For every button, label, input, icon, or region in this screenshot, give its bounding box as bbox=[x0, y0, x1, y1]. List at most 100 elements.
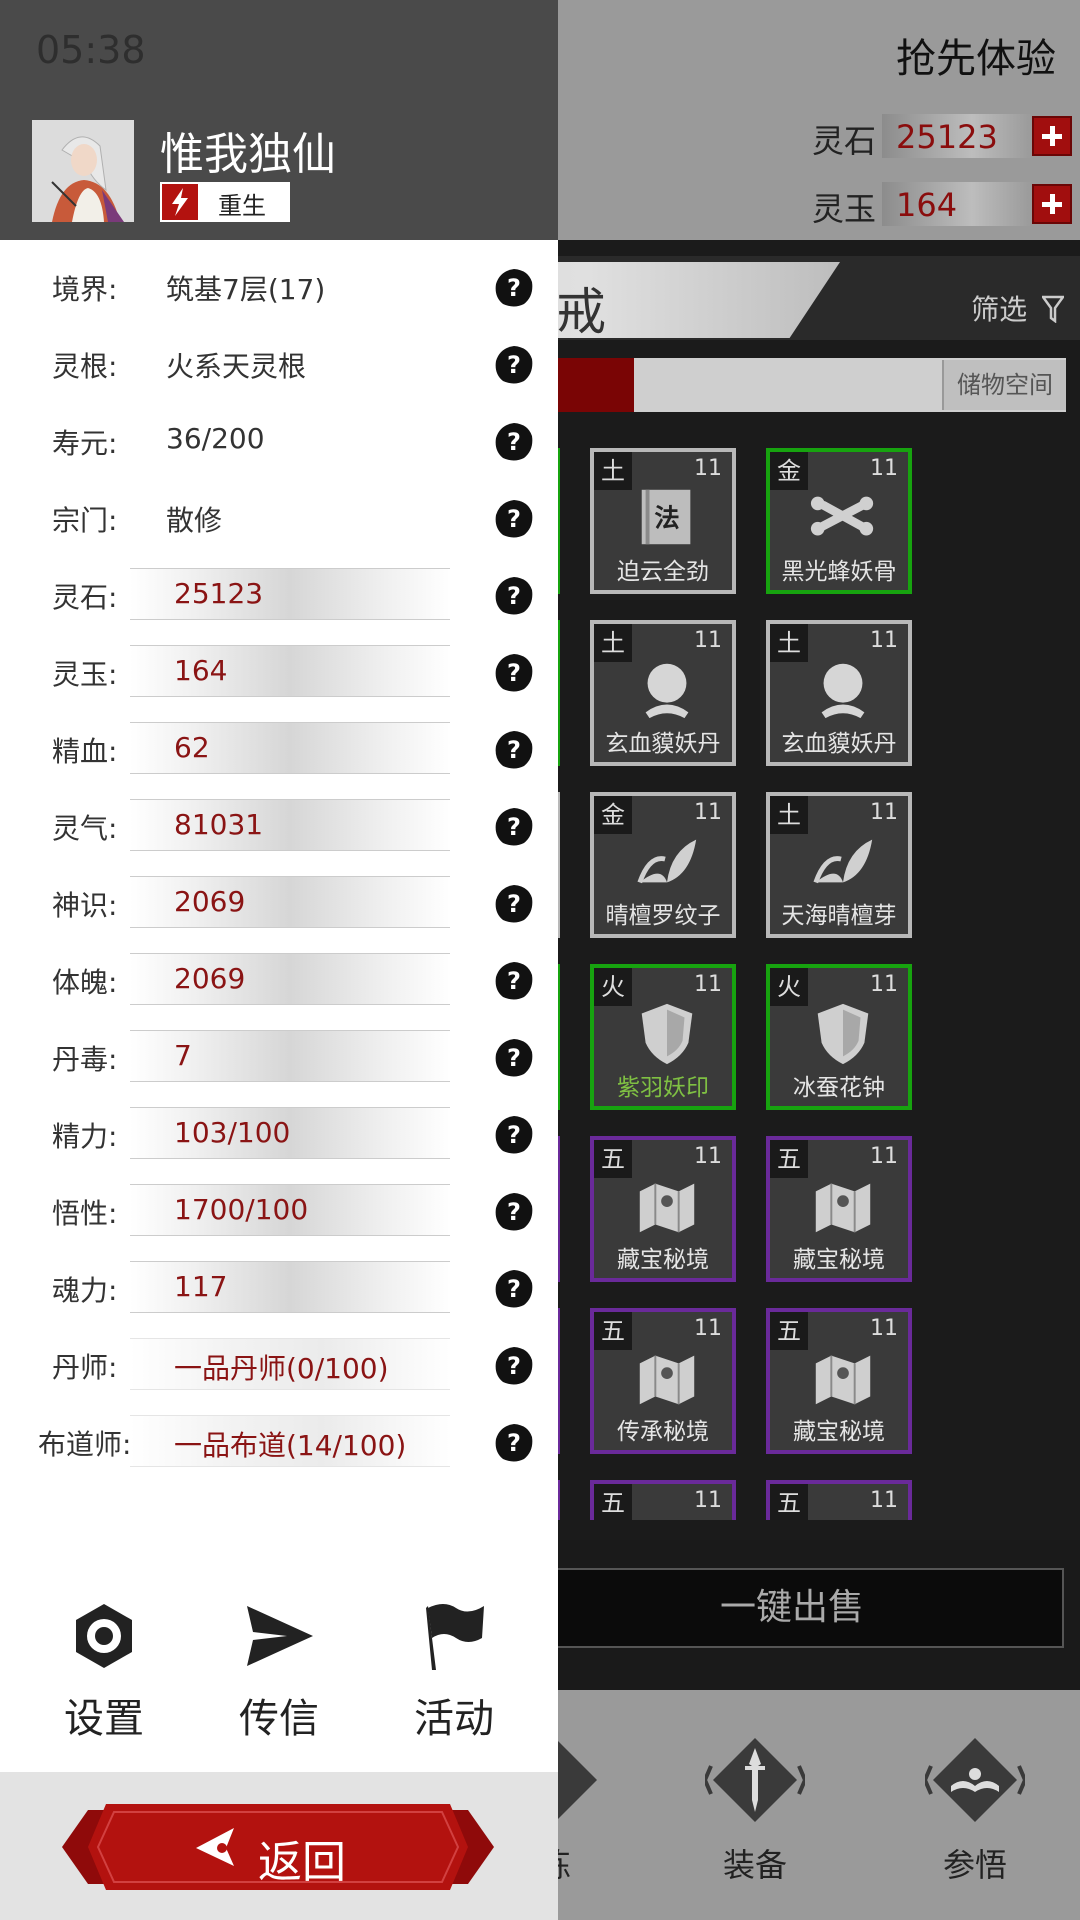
stat-label: 体魄: bbox=[52, 966, 118, 999]
svg-text:?: ? bbox=[507, 1121, 521, 1149]
shield-icon bbox=[817, 1003, 869, 1065]
add-spirit-stone-button[interactable] bbox=[1032, 116, 1072, 156]
player-name: 惟我独仙 bbox=[160, 129, 336, 180]
avatar[interactable] bbox=[32, 120, 134, 222]
element-tag: 五 bbox=[770, 1484, 808, 1520]
element-tag: 五 bbox=[594, 1140, 632, 1178]
help-icon[interactable]: ? bbox=[494, 499, 534, 539]
rebirth-label: 重生 bbox=[218, 192, 266, 220]
element-tag: 土 bbox=[770, 796, 808, 834]
equipment-icon bbox=[702, 1738, 808, 1822]
message-button[interactable]: 传信 bbox=[209, 1600, 349, 1744]
item-level: 11 bbox=[870, 1316, 898, 1341]
stat-value: 62 bbox=[174, 731, 210, 764]
status-clock: 05:38 bbox=[36, 28, 146, 72]
help-icon[interactable]: ? bbox=[494, 1192, 534, 1232]
help-icon[interactable]: ? bbox=[494, 1115, 534, 1155]
inventory-item[interactable]: 五 11 藏宝秘境 bbox=[590, 1136, 736, 1282]
help-icon[interactable]: ? bbox=[494, 576, 534, 616]
inventory-item[interactable]: 五 11 藏宝秘境 bbox=[766, 1136, 912, 1282]
inventory-item[interactable]: 金 11 晴檀罗纹子 bbox=[590, 792, 736, 938]
stat-label: 灵玉: bbox=[52, 658, 118, 691]
gear-icon bbox=[76, 1604, 132, 1668]
element-tag: 火 bbox=[770, 968, 808, 1006]
map-icon bbox=[815, 1183, 871, 1233]
section-title: 戒 bbox=[556, 283, 606, 341]
resource-label: 灵玉 bbox=[812, 190, 877, 228]
svg-text:?: ? bbox=[507, 428, 521, 456]
inventory-item[interactable]: 土 11 玄血貘妖丹 bbox=[766, 620, 912, 766]
item-level: 11 bbox=[694, 456, 722, 481]
stat-value: 103/100 bbox=[174, 1116, 291, 1149]
help-icon[interactable]: ? bbox=[494, 653, 534, 693]
svg-text:?: ? bbox=[507, 351, 521, 379]
help-icon[interactable]: ? bbox=[494, 961, 534, 1001]
lightning-icon bbox=[162, 184, 198, 220]
svg-text:法: 法 bbox=[654, 504, 679, 533]
stat-row: 体魄: 2069? bbox=[0, 943, 558, 1020]
stat-row: 魂力: 117? bbox=[0, 1251, 558, 1328]
item-name: 天海晴檀芽 bbox=[781, 903, 897, 929]
inventory-item[interactable]: 火 11 紫羽妖印 bbox=[590, 964, 736, 1110]
stat-label: 寿元: bbox=[52, 427, 118, 460]
storage-space-button[interactable]: 储物空间 bbox=[942, 360, 1066, 410]
inventory-item[interactable]: 五 11 bbox=[590, 1480, 736, 1520]
help-icon[interactable]: ? bbox=[494, 422, 534, 462]
item-level: 11 bbox=[870, 1144, 898, 1169]
element-tag: 五 bbox=[594, 1312, 632, 1350]
stat-label: 丹毒: bbox=[52, 1043, 118, 1076]
stat-label: 宗门: bbox=[52, 504, 118, 537]
help-icon[interactable]: ? bbox=[494, 1038, 534, 1078]
stat-value-bar: 一品丹师(0/100) bbox=[130, 1338, 450, 1390]
player-drawer: 05:38 惟我独仙 重生 境界: 筑基7层(17)? 灵根: 火系天灵根? 寿元: 36… bbox=[0, 0, 558, 1920]
map-icon bbox=[639, 1355, 695, 1405]
inventory-item[interactable]: 五 11 传承秘境 bbox=[590, 1308, 736, 1454]
resource-value: 25123 bbox=[896, 118, 998, 156]
rebirth-badge[interactable]: 重生 bbox=[160, 182, 290, 222]
help-icon[interactable]: ? bbox=[494, 345, 534, 385]
nav-label: 装备 bbox=[722, 1846, 787, 1884]
inventory-item[interactable]: 五 11 bbox=[766, 1480, 912, 1520]
stat-label: 悟性: bbox=[52, 1197, 118, 1230]
inventory-item[interactable]: 五 11 藏宝秘境 bbox=[766, 1308, 912, 1454]
nav-comprehend[interactable]: 参悟 bbox=[910, 1730, 1040, 1886]
help-icon[interactable]: ? bbox=[494, 268, 534, 308]
filter-button[interactable]: 筛选 bbox=[971, 288, 1064, 328]
inventory-item[interactable]: 土 11 天海晴檀芽 bbox=[766, 792, 912, 938]
help-icon[interactable]: ? bbox=[494, 807, 534, 847]
avatar-portrait-icon bbox=[32, 120, 134, 222]
help-icon[interactable]: ? bbox=[494, 1346, 534, 1386]
nav-equipment[interactable]: 装备 bbox=[690, 1730, 820, 1886]
stat-row: 灵根: 火系天灵根? bbox=[0, 327, 558, 404]
inventory-item[interactable]: 火 11 冰蚕花钟 bbox=[766, 964, 912, 1110]
help-icon[interactable]: ? bbox=[494, 1269, 534, 1309]
resource-spirit-stone: 灵石 25123 bbox=[812, 114, 1072, 160]
settings-button[interactable]: 设置 bbox=[34, 1600, 174, 1744]
stat-label: 灵石: bbox=[52, 581, 118, 614]
add-spirit-jade-button[interactable] bbox=[1032, 184, 1072, 224]
item-level: 11 bbox=[694, 972, 722, 997]
stat-value: 81031 bbox=[174, 808, 264, 841]
help-icon[interactable]: ? bbox=[494, 730, 534, 770]
item-level: 11 bbox=[694, 1488, 722, 1513]
item-name: 冰蚕花钟 bbox=[793, 1075, 885, 1101]
stat-value: 117 bbox=[174, 1270, 228, 1303]
events-label: 活动 bbox=[414, 1696, 494, 1742]
help-icon[interactable]: ? bbox=[494, 1423, 534, 1463]
back-label[interactable]: 返回 bbox=[258, 1826, 346, 1890]
stat-row: 丹师: 一品丹师(0/100)? bbox=[0, 1328, 558, 1405]
inventory-item[interactable]: 土 11 玄血貘妖丹 bbox=[590, 620, 736, 766]
stat-value-bar: 7 bbox=[130, 1030, 450, 1082]
stat-label: 丹师: bbox=[52, 1351, 118, 1384]
sell-all-button[interactable]: 一键出售 bbox=[520, 1568, 1064, 1648]
stat-value: 2069 bbox=[174, 962, 246, 995]
stat-value: 36/200 bbox=[166, 422, 265, 455]
element-tag: 五 bbox=[594, 1484, 632, 1520]
inventory-item[interactable]: 法土 11 迫云全劲 bbox=[590, 448, 736, 594]
svg-text:?: ? bbox=[507, 1275, 521, 1303]
element-tag: 土 bbox=[770, 624, 808, 662]
inventory-item[interactable]: 金 11 黑光蜂妖骨 bbox=[766, 448, 912, 594]
help-icon[interactable]: ? bbox=[494, 884, 534, 924]
stat-value-bar: 一品布道(14/100) bbox=[130, 1415, 450, 1467]
events-button[interactable]: 活动 bbox=[384, 1600, 524, 1744]
